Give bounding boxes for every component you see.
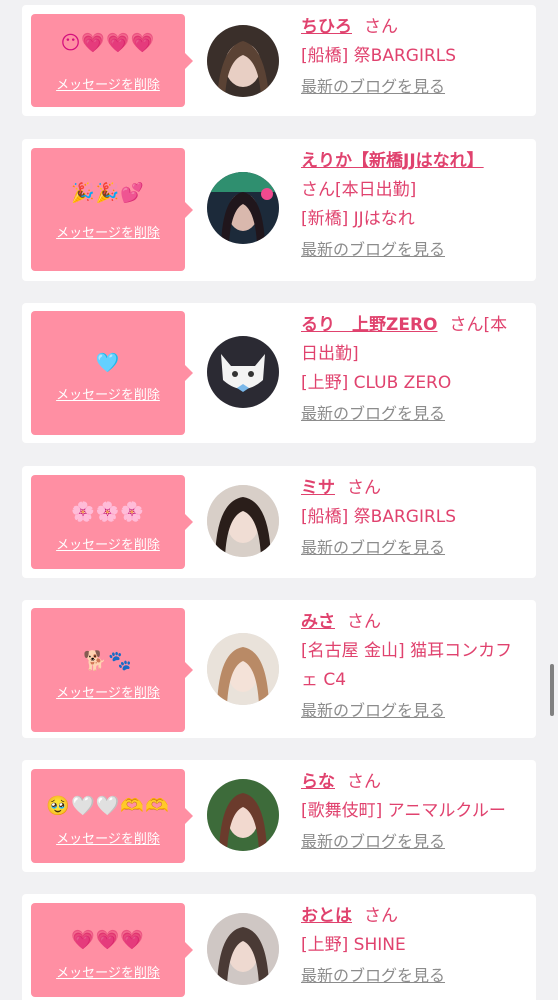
avatar[interactable] [207, 485, 279, 557]
shop-info: [上野] SHINE [301, 935, 406, 955]
shop-info: [上野] CLUB ZERO [301, 373, 452, 393]
message-text: 💗💗💗 [71, 929, 145, 951]
favorite-cast-list: 😶💗💗💗 メッセージを削除 ちひろ さん [船橋] 祭BARGIRLS 最新のブロ… [0, 0, 558, 1000]
message-bubble: 🌸🌸🌸 メッセージを削除 [31, 475, 193, 569]
shop-info: [歌舞伎町] アニマルクルー [301, 801, 506, 821]
favorite-card: 😶💗💗💗 メッセージを削除 ちひろ さん [船橋] 祭BARGIRLS 最新のブロ… [22, 5, 536, 116]
cast-name-link[interactable]: らな [301, 772, 335, 792]
honorific: さん [364, 906, 398, 926]
message-bubble: 🩵 メッセージを削除 [31, 311, 193, 435]
message-bubble: 😶💗💗💗 メッセージを削除 [31, 14, 193, 107]
favorite-card: 🩵 メッセージを削除 るり 上野ZERO さん[本 日出勤] [上野] CLUB … [22, 303, 536, 443]
message-text: 🐕🐾 [83, 650, 133, 672]
scrollbar-thumb[interactable] [550, 664, 554, 716]
message-text: 🌸🌸🌸 [71, 501, 145, 523]
message-text: 🎉🎉💕 [71, 182, 145, 204]
favorite-card: 🥹🤍🤍🫶🫶 メッセージを削除 らな さん [歌舞伎町] アニマルクルー 最新のブロ… [22, 760, 536, 872]
cast-name-link[interactable]: みさ [301, 612, 335, 632]
message-bubble: 🐕🐾 メッセージを削除 [31, 608, 193, 732]
honorific: さん [347, 772, 381, 792]
shop-info: [船橋] 祭BARGIRLS [301, 507, 457, 527]
honorific: さん [347, 612, 381, 632]
favorite-card: 🌸🌸🌸 メッセージを削除 ミサ さん [船橋] 祭BARGIRLS 最新のブログを… [22, 466, 536, 578]
shop-info: [船橋] 祭BARGIRLS [301, 46, 457, 66]
favorite-card: 🐕🐾 メッセージを削除 みさ さん [名古屋 金山] 猫耳コンカフ ェ C4 最新… [22, 600, 536, 738]
delete-message-link[interactable]: メッセージを削除 [31, 226, 185, 242]
honorific: さん [347, 478, 381, 498]
message-text: 🩵 [95, 352, 121, 374]
latest-blog-link[interactable]: 最新のブログを見る [301, 240, 445, 260]
cast-name-link[interactable]: ちひろ [301, 17, 352, 37]
cast-name-link[interactable]: ミサ [301, 478, 335, 498]
latest-blog-link[interactable]: 最新のブログを見る [301, 832, 445, 852]
latest-blog-link[interactable]: 最新のブログを見る [301, 701, 445, 721]
delete-message-link[interactable]: メッセージを削除 [31, 538, 185, 554]
message-text: 😶💗💗💗 [60, 32, 156, 54]
avatar[interactable] [207, 779, 279, 851]
cast-name-link[interactable]: えりか【新橋JJはなれ】 [301, 151, 484, 171]
status-text: さん[本日出勤] [301, 180, 417, 200]
latest-blog-link[interactable]: 最新のブログを見る [301, 966, 445, 986]
avatar[interactable] [207, 172, 279, 244]
delete-message-link[interactable]: メッセージを削除 [31, 832, 185, 848]
avatar[interactable] [207, 913, 279, 985]
cast-name-link[interactable]: るり 上野ZERO [301, 315, 437, 335]
avatar[interactable] [207, 25, 279, 97]
avatar[interactable] [207, 336, 279, 408]
honorific: さん[本 [449, 315, 508, 335]
delete-message-link[interactable]: メッセージを削除 [31, 388, 185, 404]
cast-name-link[interactable]: おとは [301, 906, 352, 926]
shop-info: [名古屋 金山] 猫耳コンカフ [301, 641, 513, 661]
message-bubble: 🎉🎉💕 メッセージを削除 [31, 148, 193, 271]
message-bubble: 🥹🤍🤍🫶🫶 メッセージを削除 [31, 769, 193, 863]
favorite-card: 💗💗💗 メッセージを削除 おとは さん [上野] SHINE 最新のブログを見る [22, 894, 536, 1000]
avatar[interactable] [207, 633, 279, 705]
shop-info: [新橋] JJはなれ [301, 209, 415, 229]
delete-message-link[interactable]: メッセージを削除 [31, 78, 185, 94]
latest-blog-link[interactable]: 最新のブログを見る [301, 77, 445, 97]
message-text: 🥹🤍🤍🫶🫶 [46, 795, 170, 817]
delete-message-link[interactable]: メッセージを削除 [31, 686, 185, 702]
status-text: 日出勤] [301, 344, 359, 364]
honorific: さん [364, 17, 398, 37]
shop-info-continued: ェ C4 [301, 670, 347, 690]
message-bubble: 💗💗💗 メッセージを削除 [31, 903, 193, 997]
latest-blog-link[interactable]: 最新のブログを見る [301, 404, 445, 424]
latest-blog-link[interactable]: 最新のブログを見る [301, 538, 445, 558]
delete-message-link[interactable]: メッセージを削除 [31, 966, 185, 982]
favorite-card: 🎉🎉💕 メッセージを削除 えりか【新橋JJはなれ】 さん[本日出勤] [新橋] … [22, 139, 536, 281]
